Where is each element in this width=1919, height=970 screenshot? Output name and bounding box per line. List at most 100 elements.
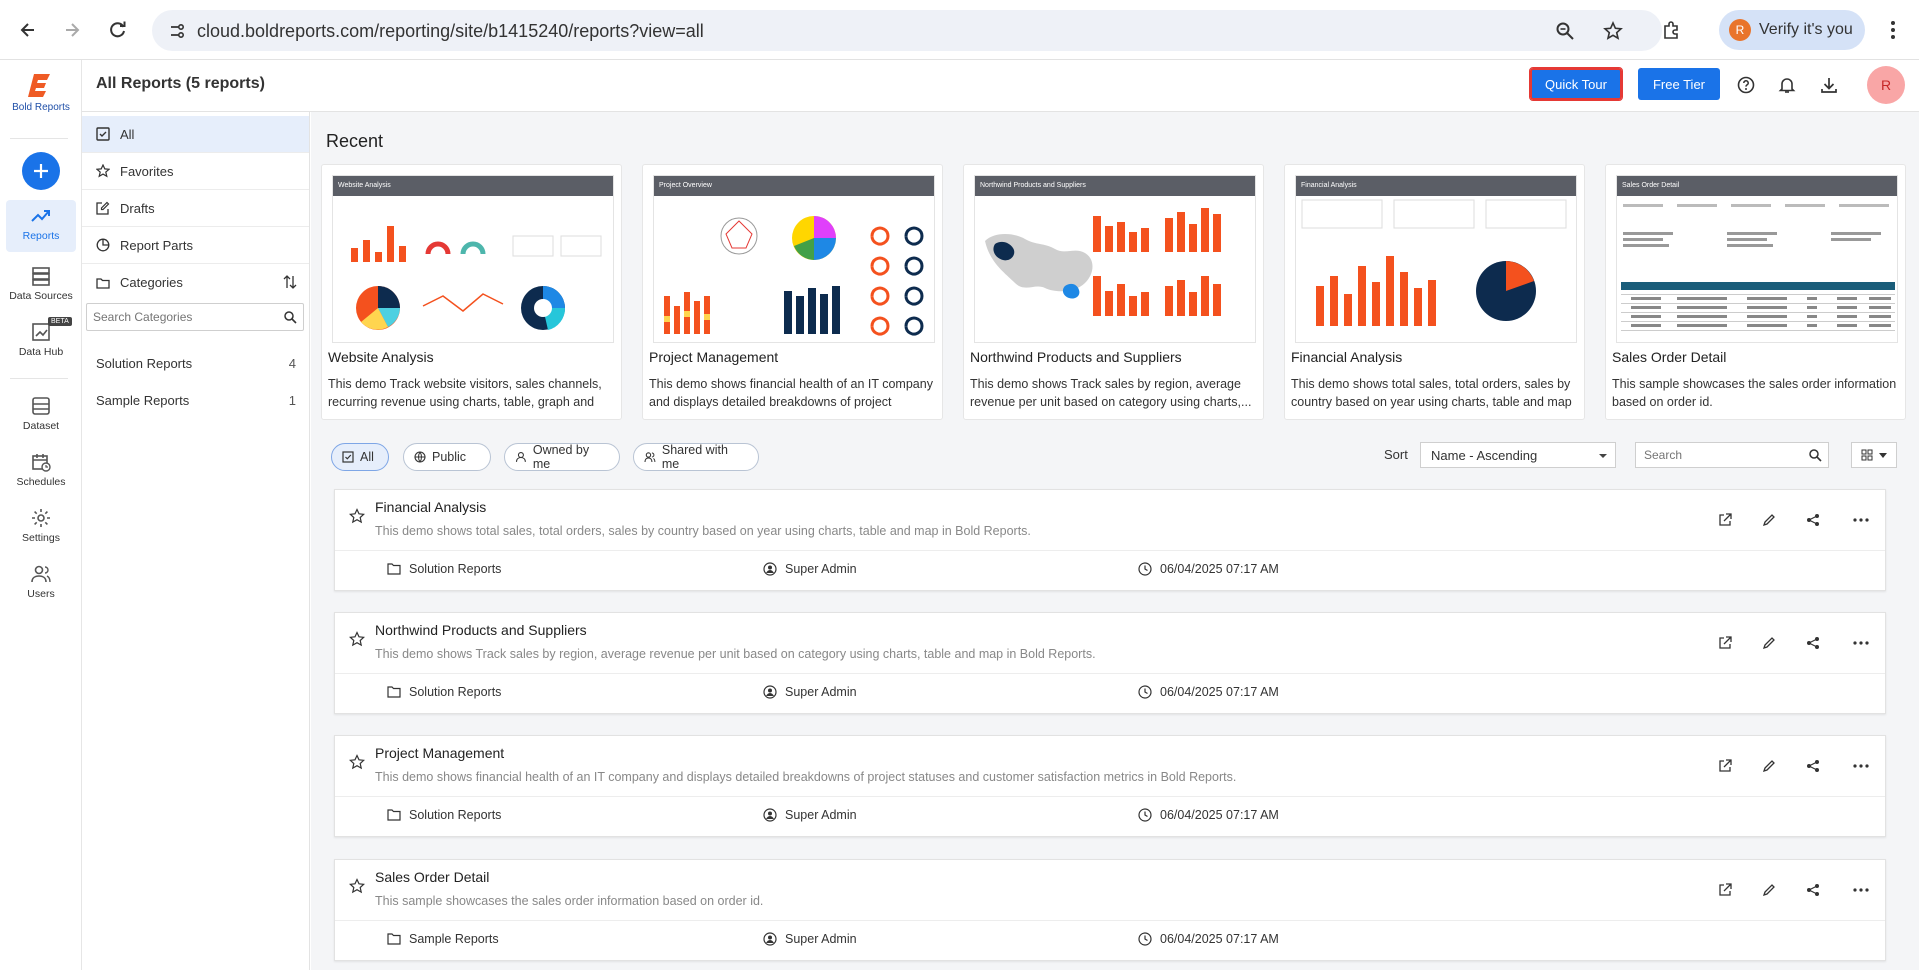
download-button[interactable]	[1818, 74, 1840, 96]
report-search-input[interactable]	[1636, 443, 1796, 467]
logo-icon	[28, 74, 50, 97]
app-nav-rail: Bold Reports Reports Data Sources BETA D…	[0, 60, 82, 970]
more-options-button[interactable]	[1851, 880, 1871, 900]
url-text[interactable]: cloud.boldreports.com/reporting/site/b14…	[197, 21, 704, 42]
report-title[interactable]: Northwind Products and Suppliers	[375, 622, 587, 638]
dashboard-preview-icon	[985, 208, 1221, 316]
pencil-icon	[1762, 637, 1775, 650]
open-report-button[interactable]	[1715, 880, 1735, 900]
nav-settings[interactable]: Settings	[6, 502, 76, 554]
share-report-button[interactable]	[1803, 756, 1823, 776]
card-description: This demo shows total sales, total order…	[1291, 377, 1572, 409]
nav-dataset[interactable]: Dataset	[6, 390, 76, 442]
edit-report-button[interactable]	[1759, 510, 1779, 530]
bold-reports-logo[interactable]: Bold Reports	[0, 70, 82, 113]
favorite-star-icon[interactable]	[349, 754, 365, 770]
view-mode-toggle[interactable]	[1851, 442, 1897, 468]
extensions-button[interactable]	[1655, 14, 1687, 46]
bookmark-star-icon[interactable]	[1602, 20, 1624, 42]
report-row-financial-analysis[interactable]: Financial Analysis This demo shows total…	[334, 489, 1886, 591]
sort-dropdown[interactable]: Name - Ascending	[1420, 442, 1616, 468]
open-report-button[interactable]	[1715, 756, 1735, 776]
sidebar-item-favorites[interactable]: Favorites	[82, 153, 309, 190]
verify-identity-button[interactable]: R Verify it's you	[1719, 10, 1865, 50]
share-report-button[interactable]	[1803, 880, 1823, 900]
report-title[interactable]: Project Management	[375, 745, 504, 761]
recent-card-northwind[interactable]: Northwind Products and Suppliers Northwi…	[963, 164, 1264, 420]
more-options-button[interactable]	[1851, 756, 1871, 776]
user-circle-icon	[763, 685, 777, 699]
report-title[interactable]: Financial Analysis	[375, 499, 486, 515]
back-button[interactable]	[12, 14, 44, 46]
report-search-field[interactable]	[1635, 442, 1829, 468]
site-info-icon[interactable]	[166, 20, 188, 42]
help-button[interactable]	[1735, 74, 1757, 96]
filter-chip-all[interactable]: All	[331, 443, 389, 471]
recent-card-project-management[interactable]: Project Overview Project Management This…	[642, 164, 943, 420]
share-icon	[1807, 514, 1819, 526]
ellipsis-icon	[1853, 518, 1869, 522]
address-bar[interactable]: cloud.boldreports.com/reporting/site/b14…	[152, 10, 1662, 51]
zoom-icon[interactable]	[1554, 20, 1576, 42]
verify-label: Verify it's you	[1759, 21, 1853, 38]
category-search-field[interactable]	[86, 303, 304, 331]
report-row-northwind[interactable]: Northwind Products and Suppliers This de…	[334, 612, 1886, 714]
recent-card-sales-order-detail[interactable]: Sales Order Detail Sales Order Detail Th…	[1605, 164, 1906, 420]
favorite-star-icon[interactable]	[349, 508, 365, 524]
sidebar-item-drafts[interactable]: Drafts	[82, 190, 309, 227]
edit-report-button[interactable]	[1759, 633, 1779, 653]
free-tier-button[interactable]: Free Tier	[1638, 68, 1720, 100]
category-item-sample-reports[interactable]: Sample Reports 1	[96, 393, 296, 408]
browser-menu-button[interactable]	[1877, 14, 1909, 46]
sort-toggle-icon[interactable]	[283, 275, 297, 289]
card-title: Financial Analysis	[1291, 349, 1403, 365]
external-link-icon	[1719, 513, 1732, 526]
open-report-button[interactable]	[1715, 510, 1735, 530]
create-new-button[interactable]	[22, 152, 60, 190]
recent-card-website-analysis[interactable]: Website Analysis Website Analysis This d…	[321, 164, 622, 420]
report-description: This demo shows financial health of an I…	[375, 770, 1237, 784]
nav-data-sources[interactable]: Data Sources	[6, 260, 76, 312]
favorite-star-icon[interactable]	[349, 631, 365, 647]
page-header: All Reports (5 reports) Quick Tour Free …	[82, 60, 1919, 112]
nav-reports[interactable]: Reports	[6, 200, 76, 252]
download-icon	[1821, 78, 1837, 93]
edit-report-button[interactable]	[1759, 880, 1779, 900]
category-item-solution-reports[interactable]: Solution Reports 4	[96, 356, 296, 371]
filter-chip-public[interactable]: Public	[403, 443, 491, 471]
nav-data-hub[interactable]: BETA Data Hub	[6, 316, 76, 368]
pie-part-icon	[96, 238, 110, 252]
more-options-button[interactable]	[1851, 633, 1871, 653]
filter-chip-owned-by-me[interactable]: Owned by me	[504, 443, 620, 471]
quick-tour-button[interactable]: Quick Tour	[1529, 67, 1623, 101]
chevron-down-icon	[1879, 452, 1887, 458]
report-row-project-management[interactable]: Project Management This demo shows finan…	[334, 735, 1886, 837]
row-divider	[335, 796, 1885, 797]
sidebar-item-report-parts[interactable]: Report Parts	[82, 227, 309, 264]
forward-button[interactable]	[56, 14, 88, 46]
pencil-icon	[1762, 514, 1775, 527]
favorite-star-icon[interactable]	[349, 878, 365, 894]
filter-chip-shared-with-me[interactable]: Shared with me	[633, 443, 759, 471]
open-report-button[interactable]	[1715, 633, 1735, 653]
sidebar-item-categories[interactable]: Categories	[82, 264, 309, 301]
sidebar-item-all[interactable]: All	[82, 116, 309, 153]
report-row-sales-order-detail[interactable]: Sales Order Detail This sample showcases…	[334, 859, 1886, 961]
report-title[interactable]: Sales Order Detail	[375, 869, 489, 885]
nav-users[interactable]: Users	[6, 558, 76, 610]
nav-users-label: Users	[27, 588, 55, 600]
user-avatar[interactable]: R	[1867, 66, 1905, 104]
check-square-icon	[96, 127, 110, 141]
share-report-button[interactable]	[1803, 633, 1823, 653]
sidebar-item-label: Drafts	[120, 200, 155, 216]
reload-button[interactable]	[102, 14, 134, 46]
edit-report-button[interactable]	[1759, 756, 1779, 776]
nav-schedules[interactable]: Schedules	[6, 446, 76, 498]
report-filter-sidebar: All Favorites Drafts Report Parts Catego…	[82, 112, 310, 970]
share-report-button[interactable]	[1803, 510, 1823, 530]
category-search-input[interactable]	[87, 304, 267, 330]
more-options-button[interactable]	[1851, 510, 1871, 530]
notifications-button[interactable]	[1776, 74, 1798, 96]
search-icon	[284, 311, 297, 324]
recent-card-financial-analysis[interactable]: Financial Analysis Financial Analysis Th…	[1284, 164, 1585, 420]
